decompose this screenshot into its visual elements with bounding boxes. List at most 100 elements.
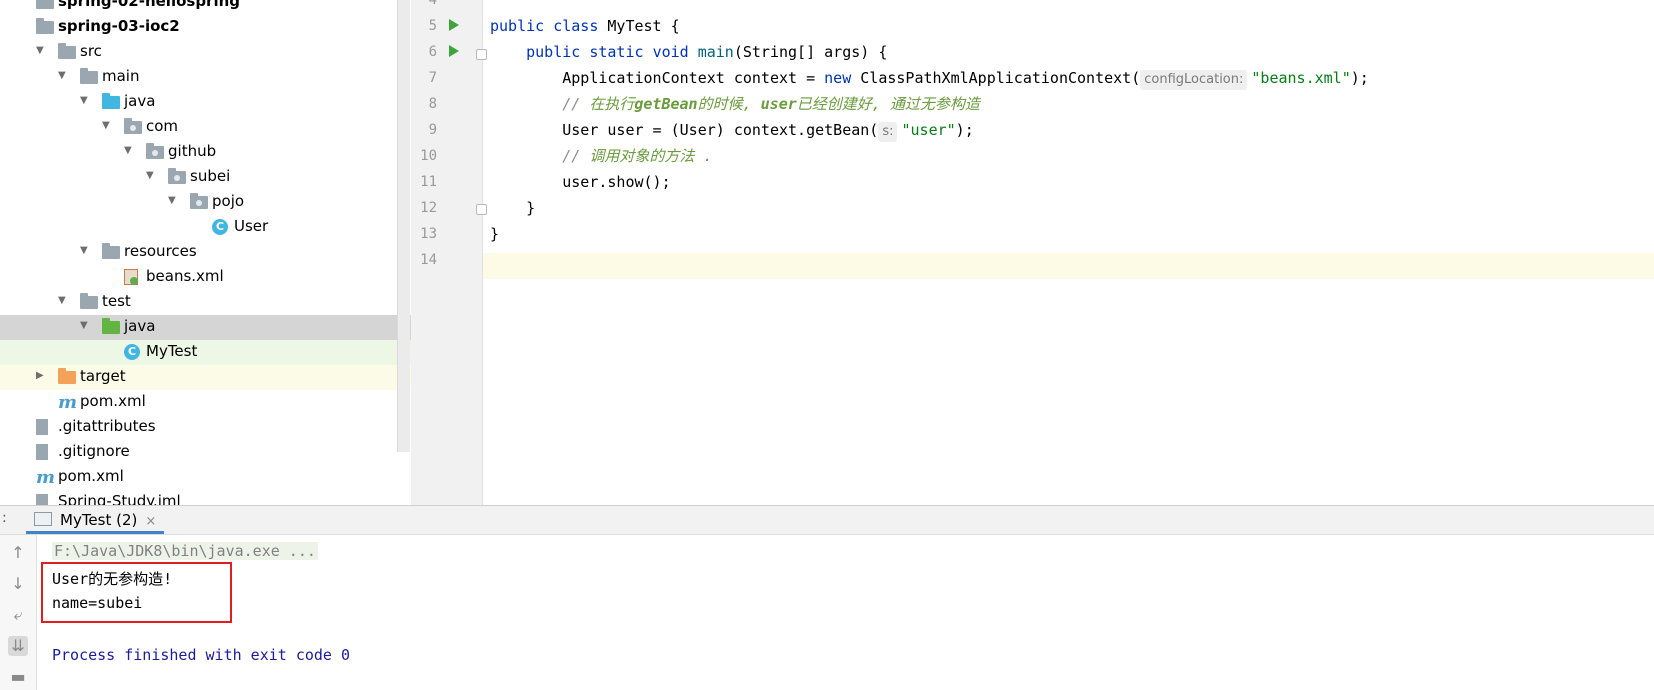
tree-item[interactable]: .gitignore <box>0 440 411 465</box>
run-tool-window: : MyTest (2) × ↑ ↓ ⤶ ⇊ ▬ F:\Java\JDK8\bin\jav… <box>0 505 1654 690</box>
tree-item-label: spring-03-ioc2 <box>58 17 180 35</box>
tree-item[interactable]: ▼ src <box>0 40 411 65</box>
expand-arrow-icon[interactable]: ▼ <box>58 296 68 306</box>
tree-item[interactable]: C MyTest <box>0 340 411 365</box>
collapse-arrow-icon[interactable]: ▶ <box>36 371 46 381</box>
tree-item[interactable]: ▶ target <box>0 365 411 390</box>
run-tab-bar: : MyTest (2) × <box>0 506 1654 535</box>
tab-mytest[interactable]: MyTest (2) × <box>26 506 165 534</box>
tree-item-label: target <box>80 367 126 385</box>
line-number: 10 <box>420 148 437 164</box>
code-line-9: User user = (User) context.getBean(s: "us… <box>490 117 974 143</box>
tree-item[interactable]: Spring-Study.iml <box>0 490 411 505</box>
code-line-7: ApplicationContext context = new ClassPa… <box>490 65 1369 91</box>
folder-icon <box>80 68 98 84</box>
parameter-hint: configLocation: <box>1140 70 1248 90</box>
tree-item-label: pom.xml <box>58 467 124 485</box>
tree-item-label: resources <box>124 242 197 260</box>
module-folder-icon <box>36 18 54 34</box>
expand-arrow-icon[interactable]: ▼ <box>124 146 134 156</box>
tool-window-title: : <box>2 510 7 526</box>
expand-arrow-icon[interactable]: ▼ <box>58 71 68 81</box>
test-folder-icon <box>102 318 120 334</box>
line-number: 6 <box>428 44 437 60</box>
tree-item-label: java <box>124 317 156 335</box>
tree-item[interactable]: ▼ github <box>0 140 411 165</box>
tree-item[interactable]: beans.xml <box>0 265 411 290</box>
project-tree-scrollbar[interactable] <box>397 0 410 452</box>
package-icon <box>146 143 164 159</box>
maven-icon: m <box>58 392 78 413</box>
class-icon: C <box>212 219 230 235</box>
tree-item-label: pojo <box>212 192 245 210</box>
code-line-8: // 在执行getBean的时候, user已经创建好, 通过无参构造 <box>562 95 980 113</box>
current-line-highlight <box>483 253 1654 279</box>
tree-item-label: test <box>102 292 131 310</box>
tree-item[interactable]: ▼ test <box>0 290 411 315</box>
project-tree: spring-02-hellospring spring-03-ioc2 ▼ src ▼… <box>0 0 411 505</box>
file-icon <box>36 419 54 435</box>
output-highlight-box <box>41 562 232 623</box>
tree-item[interactable]: spring-03-ioc2 <box>0 15 411 40</box>
tree-item[interactable]: ▼ subei <box>0 165 411 190</box>
tree-item[interactable]: ▼ pojo <box>0 190 411 215</box>
line-number: 4 <box>428 0 437 8</box>
parameter-hint: s: <box>878 122 898 142</box>
line-number: 13 <box>420 226 437 242</box>
source-folder-icon <box>102 93 120 109</box>
tree-item[interactable]: ▼ java <box>0 90 411 115</box>
tree-item-label: spring-02-hellospring <box>58 0 241 10</box>
code-line-10: // 调用对象的方法 . <box>562 147 713 165</box>
code-line-12: } <box>526 199 536 217</box>
tree-item-label: com <box>146 117 179 135</box>
test-class-icon: C <box>124 344 142 360</box>
tree-item[interactable]: spring-02-hellospring <box>0 0 411 15</box>
expand-arrow-icon[interactable]: ▼ <box>102 121 112 131</box>
expand-arrow-icon[interactable]: ▼ <box>36 46 46 56</box>
line-number: 8 <box>428 96 437 112</box>
close-icon[interactable]: × <box>145 514 156 529</box>
run-toolbar: ↑ ↓ ⤶ ⇊ ▬ <box>0 535 37 690</box>
tree-item[interactable]: m pom.xml <box>0 390 411 415</box>
run-class-icon[interactable] <box>449 19 459 31</box>
tree-item-label: pom.xml <box>80 392 146 410</box>
fold-icon[interactable] <box>476 49 487 60</box>
tree-item[interactable]: ▼ resources <box>0 240 411 265</box>
ignore-file-icon <box>36 444 54 460</box>
tree-item[interactable]: m pom.xml <box>0 465 411 490</box>
console-exit-message: Process finished with exit code 0 <box>52 646 351 664</box>
line-number: 14 <box>420 252 437 268</box>
scroll-to-end-icon[interactable]: ⇊ <box>8 636 28 656</box>
tree-item[interactable]: ▼ java <box>0 315 411 340</box>
expand-arrow-icon[interactable]: ▼ <box>80 96 90 106</box>
expand-arrow-icon[interactable]: ▼ <box>80 321 90 331</box>
expand-arrow-icon[interactable]: ▼ <box>146 171 156 181</box>
tree-item-label: MyTest <box>146 342 198 360</box>
package-icon <box>190 193 208 209</box>
down-arrow-icon[interactable]: ↓ <box>8 574 28 594</box>
tree-item[interactable]: C User <box>0 215 411 240</box>
tree-item-label: subei <box>190 167 231 185</box>
tree-item-label: .gitattributes <box>58 417 156 435</box>
tree-item-label: github <box>168 142 217 160</box>
tree-item[interactable]: ▼ com <box>0 115 411 140</box>
run-main-icon[interactable] <box>449 45 459 57</box>
module-folder-icon <box>36 0 54 9</box>
tree-item-label: User <box>234 217 269 235</box>
spring-xml-icon <box>124 269 142 285</box>
tree-item[interactable]: ▼ main <box>0 65 411 90</box>
fold-icon[interactable] <box>476 204 487 215</box>
up-arrow-icon[interactable]: ↑ <box>8 543 28 563</box>
soft-wrap-icon[interactable]: ⤶ <box>8 605 28 625</box>
expand-arrow-icon[interactable]: ▼ <box>80 246 90 256</box>
console-command-line: F:\Java\JDK8\bin\java.exe ... <box>52 542 318 560</box>
expand-arrow-icon[interactable]: ▼ <box>168 196 178 206</box>
code-line-13: } <box>490 225 500 243</box>
tree-item[interactable]: .gitattributes <box>0 415 411 440</box>
line-number: 12 <box>420 200 437 216</box>
package-icon <box>124 118 142 134</box>
iml-file-icon <box>36 494 54 505</box>
line-number: 11 <box>420 174 437 190</box>
tree-item-label: main <box>102 67 140 85</box>
print-icon[interactable]: ▬ <box>8 667 28 687</box>
